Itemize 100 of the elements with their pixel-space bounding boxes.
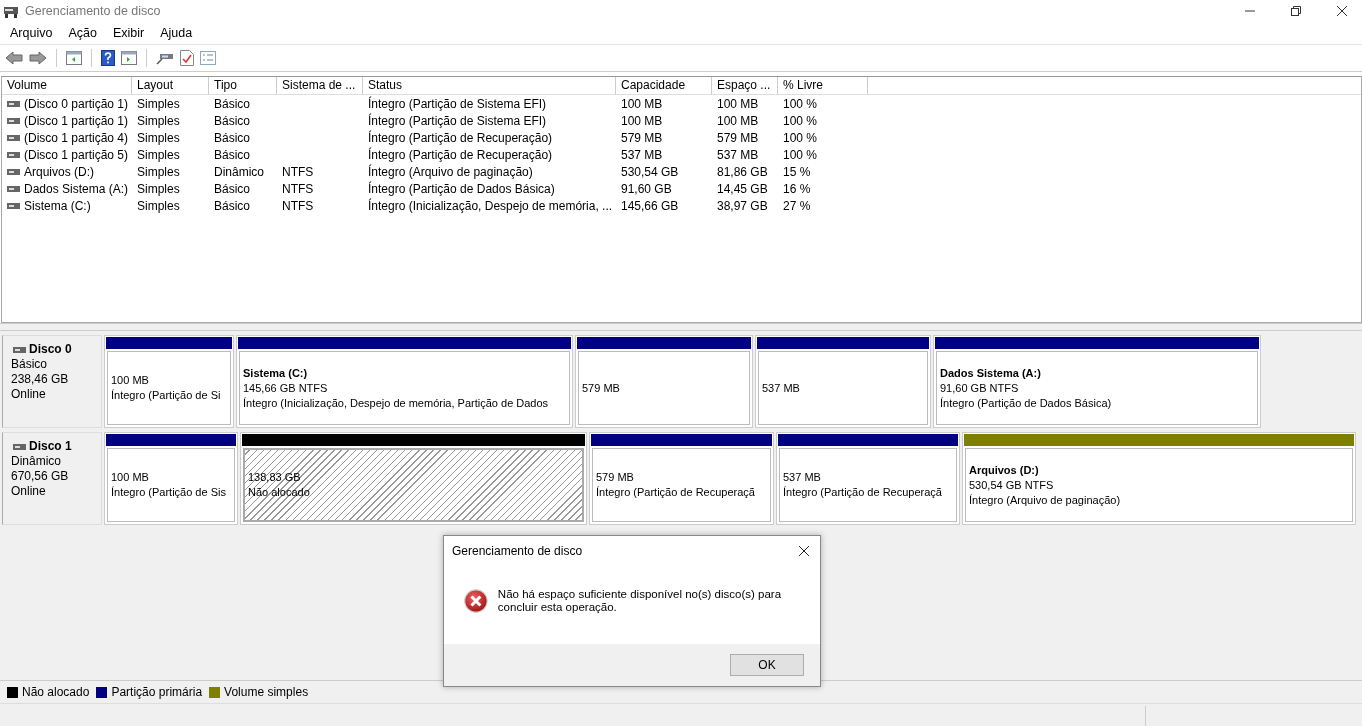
column-header[interactable]: Status: [363, 77, 616, 94]
column-header[interactable]: Tipo: [209, 77, 277, 94]
table-cell: Simples: [137, 147, 180, 162]
table-cell: NTFS: [282, 181, 314, 196]
menu-item[interactable]: Arquivo: [2, 26, 61, 40]
partition-text: 91,60 GB NTFS: [940, 380, 1020, 396]
table-cell: 100 %: [783, 130, 818, 145]
table-cell: 100 %: [783, 113, 818, 128]
drive-icon: [7, 202, 20, 209]
column-header[interactable]: % Livre: [778, 77, 868, 94]
table-cell: Básico: [214, 198, 251, 213]
table-cell: Íntegro (Inicialização, Despejo de memória, ...: [368, 198, 613, 213]
table-cell: 100 %: [783, 147, 818, 162]
table-cell: 145,66 GB: [621, 198, 679, 213]
table-cell: Básico: [214, 96, 251, 111]
partition-text: Íntegro (Inicialização, Despejo de memória, Partição de Dados: [243, 395, 550, 411]
table-cell: 100 MB: [717, 113, 759, 128]
forward-arrow-icon[interactable]: [29, 51, 47, 65]
partition-block[interactable]: 579 MB Íntegro (Partição de Recuperaçã: [592, 448, 771, 522]
partition-block[interactable]: 537 MB: [758, 351, 928, 425]
disk-name: Disco 1: [29, 439, 72, 454]
table-cell: (Disco 1 partição 5): [24, 147, 129, 162]
menu-item[interactable]: Exibir: [104, 26, 153, 40]
disk-info-panel[interactable]: Disco 1 Dinâmico 670,56 GB Online: [2, 432, 102, 525]
partition-text: 579 MB: [596, 470, 635, 485]
column-header[interactable]: Volume: [2, 77, 132, 94]
partition-block[interactable]: 579 MB: [578, 351, 750, 425]
partition-text: Íntegro (Partição de Recuperaçã: [596, 485, 756, 500]
list-icon[interactable]: [200, 51, 216, 65]
partition-title: Dados Sistema (A:): [940, 365, 1042, 381]
table-cell: (Disco 1 partição 4): [24, 130, 129, 145]
partition-text: 145,66 GB NTFS: [243, 380, 329, 396]
drive-icon: [7, 134, 20, 141]
partition-block[interactable]: Arquivos (D:) 530,54 GB NTFS Íntegro (Arquivo de paginação): [965, 448, 1353, 522]
table-cell: 15 %: [783, 164, 811, 179]
dialog-message: Não há espaço suficiente disponível no(s) disco(s) para concluir esta operação.: [497, 588, 783, 614]
help-icon[interactable]: [101, 50, 115, 66]
column-header[interactable]: Capacidade: [616, 77, 712, 94]
table-cell: Dinâmico: [214, 164, 264, 179]
disk-status: Online: [11, 387, 47, 402]
disk-size: 670,56 GB: [11, 469, 70, 484]
drive-icon: [7, 151, 20, 158]
disk-status: Online: [11, 484, 47, 499]
table-cell: (Disco 0 partição 1): [24, 96, 129, 111]
restore-icon[interactable]: [1290, 5, 1302, 17]
column-header[interactable]: Layout: [132, 77, 209, 94]
drive-icon[interactable]: [156, 51, 174, 65]
partition-text: 138,83 GB: [248, 470, 302, 485]
table-cell: NTFS: [282, 198, 314, 213]
table-cell: Dados Sistema (A:): [24, 181, 129, 196]
panel-icon[interactable]: [121, 51, 137, 65]
column-header[interactable]: Sistema de ...: [277, 77, 363, 94]
table-cell: 537 MB: [621, 147, 663, 162]
window-title: Gerenciamento de disco: [25, 4, 161, 18]
close-icon[interactable]: [798, 545, 810, 557]
partition-block[interactable]: 100 MB Íntegro (Partição de Sis: [107, 448, 235, 522]
close-icon[interactable]: [1336, 5, 1348, 17]
table-cell: Sistema (C:): [24, 198, 91, 213]
table-cell: 579 MB: [621, 130, 663, 145]
partition-text: 100 MB: [111, 470, 150, 485]
table-cell: Básico: [214, 130, 251, 145]
table-cell: Simples: [137, 164, 180, 179]
partition-text: 537 MB: [783, 470, 822, 485]
ok-button[interactable]: OK: [730, 654, 804, 676]
table-cell: 27 %: [783, 198, 811, 213]
table-cell: Íntegro (Partição de Recuperação): [368, 147, 553, 162]
partition-text: Íntegro (Partição de Si: [111, 388, 222, 403]
dialog-title: Gerenciamento de disco: [452, 544, 583, 558]
partition-block[interactable]: Dados Sistema (A:) 91,60 GB NTFS Íntegro (Partição de Dados Básica): [936, 351, 1258, 425]
partition-block[interactable]: 537 MB Íntegro (Partição de Recuperaçã: [779, 448, 957, 522]
partition-block[interactable]: 138,83 GB Não alocado: [243, 448, 584, 522]
legend-label: Partição primária: [111, 685, 203, 699]
partition-text: Íntegro (Partição de Sis: [111, 485, 227, 500]
table-cell: NTFS: [282, 164, 314, 179]
table-cell: Simples: [137, 198, 180, 213]
menu-item[interactable]: Ação: [60, 26, 105, 40]
drive-icon: [7, 117, 20, 124]
partition-title: Sistema (C:): [243, 365, 309, 381]
partition-block[interactable]: Sistema (C:) 145,66 GB NTFS Íntegro (Inicialização, Despejo de memória, Partição de Dados: [239, 351, 570, 425]
table-cell: Simples: [137, 130, 180, 145]
table-cell: Íntegro (Partição de Dados Básica): [368, 181, 555, 196]
table-cell: 537 MB: [717, 147, 759, 162]
drive-icon: [7, 100, 20, 107]
disk-name: Disco 0: [29, 342, 72, 357]
table-cell: Íntegro (Partição de Sistema EFI): [368, 96, 547, 111]
table-cell: 579 MB: [717, 130, 759, 145]
drive-icon: [13, 346, 26, 353]
table-cell: Simples: [137, 96, 180, 111]
disk-info-panel[interactable]: Disco 0 Básico 238,46 GB Online: [2, 335, 102, 428]
column-header[interactable]: Espaço ...: [712, 77, 778, 94]
panel-icon[interactable]: [66, 51, 82, 65]
table-cell: 81,86 GB: [717, 164, 768, 179]
document-check-icon[interactable]: [180, 50, 194, 66]
partition-block[interactable]: 100 MB Íntegro (Partição de Si: [107, 351, 231, 425]
disk-type: Dinâmico: [11, 454, 62, 469]
table-cell: Simples: [137, 113, 180, 128]
table-cell: Simples: [137, 181, 180, 196]
back-arrow-icon[interactable]: [5, 51, 23, 65]
table-cell: Básico: [214, 113, 251, 128]
menu-item[interactable]: Ajuda: [152, 26, 201, 40]
